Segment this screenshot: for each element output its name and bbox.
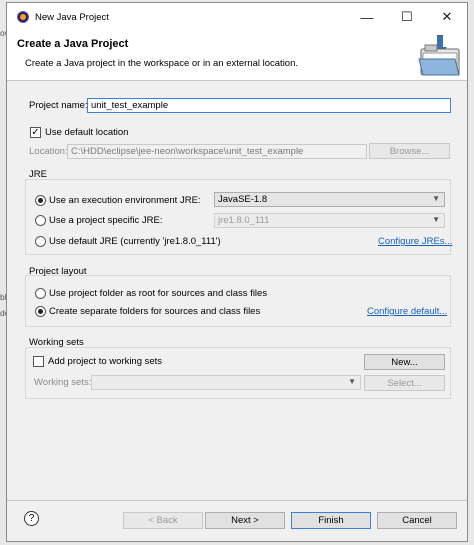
execution-environment-radio[interactable] xyxy=(35,195,46,206)
default-jre-label: Use default JRE (currently 'jre1.8.0_111… xyxy=(49,236,221,247)
new-java-project-dialog: New Java Project — ☐ ✕ Create a Java Pro… xyxy=(6,2,468,542)
new-working-set-button[interactable]: New... xyxy=(364,354,445,370)
default-jre-radio[interactable] xyxy=(35,236,46,247)
working-sets-title: Working sets xyxy=(29,337,84,348)
configure-default-link[interactable]: Configure default... xyxy=(367,306,447,317)
project-layout-title: Project layout xyxy=(29,266,87,277)
execution-environment-value: JavaSE-1.8 xyxy=(218,194,268,205)
use-default-location-checkbox[interactable]: ✓ xyxy=(30,127,41,138)
page-title: Create a Java Project xyxy=(17,38,129,50)
project-specific-jre-select[interactable]: jre1.8.0_111 ▼ xyxy=(214,213,445,228)
eclipse-icon xyxy=(17,11,29,23)
select-working-sets-button[interactable]: Select... xyxy=(364,375,445,391)
minimize-button[interactable]: — xyxy=(347,3,387,31)
use-default-location-label: Use default location xyxy=(45,127,129,138)
add-to-working-sets-checkbox[interactable] xyxy=(33,356,44,367)
wizard-header: Create a Java Project Create a Java proj… xyxy=(7,31,467,81)
maximize-button[interactable]: ☐ xyxy=(387,3,427,31)
location-input[interactable]: C:\HDD\eclipse\jee-neon\workspace\unit_t… xyxy=(67,144,367,159)
browse-button[interactable]: Browse... xyxy=(369,143,450,159)
separate-folders-radio[interactable] xyxy=(35,306,46,317)
project-layout-group xyxy=(25,275,451,327)
project-name-label: Project name: xyxy=(29,100,88,111)
project-specific-jre-label: Use a project specific JRE: xyxy=(49,215,163,226)
page-description: Create a Java project in the workspace o… xyxy=(25,58,299,69)
working-sets-label: Working sets: xyxy=(34,377,92,388)
separate-folders-label: Create separate folders for sources and … xyxy=(49,306,261,317)
help-icon[interactable]: ? xyxy=(24,511,39,526)
footer-separator xyxy=(7,500,467,501)
back-button[interactable]: < Back xyxy=(123,512,203,529)
chevron-down-icon: ▼ xyxy=(348,377,356,386)
jre-group-title: JRE xyxy=(29,169,47,180)
project-specific-jre-value: jre1.8.0_111 xyxy=(218,215,270,226)
execution-environment-select[interactable]: JavaSE-1.8 ▼ xyxy=(214,192,445,207)
chevron-down-icon: ▼ xyxy=(432,215,440,224)
project-specific-jre-radio[interactable] xyxy=(35,215,46,226)
add-to-working-sets-label: Add project to working sets xyxy=(48,356,163,367)
next-button[interactable]: Next > xyxy=(205,512,285,529)
close-button[interactable]: ✕ xyxy=(427,3,467,31)
cancel-button[interactable]: Cancel xyxy=(377,512,457,529)
new-project-folder-icon xyxy=(418,35,460,76)
finish-button[interactable]: Finish xyxy=(291,512,371,529)
chevron-down-icon: ▼ xyxy=(432,194,440,203)
location-label: Location: xyxy=(29,146,68,157)
project-root-radio[interactable] xyxy=(35,288,46,299)
window-title: New Java Project xyxy=(35,12,109,23)
working-sets-select[interactable]: ▼ xyxy=(91,375,361,390)
project-root-label: Use project folder as root for sources a… xyxy=(49,288,268,299)
configure-jres-link[interactable]: Configure JREs... xyxy=(378,236,452,247)
execution-environment-label: Use an execution environment JRE: xyxy=(49,195,201,206)
title-bar: New Java Project — ☐ ✕ xyxy=(7,3,467,31)
project-name-input[interactable]: unit_test_example xyxy=(87,98,451,113)
